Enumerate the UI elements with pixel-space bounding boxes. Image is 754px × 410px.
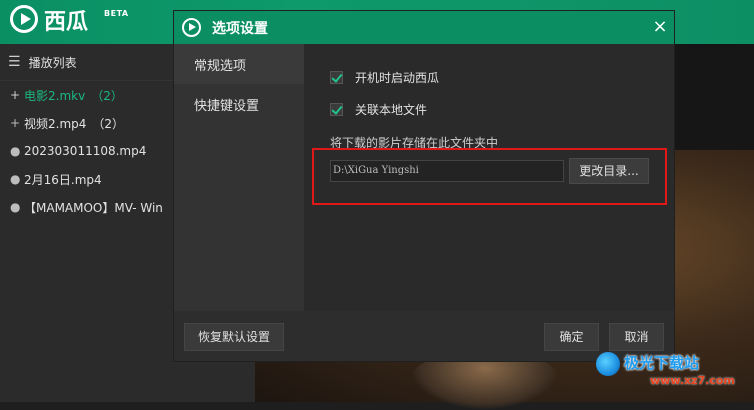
dialog-title: 选项设置 bbox=[212, 21, 268, 37]
watermark-text: 极光下载站 bbox=[624, 354, 700, 372]
download-path-input[interactable]: D:\XiGua Yingshi bbox=[330, 160, 564, 182]
bullet-icon: ● bbox=[10, 144, 21, 158]
app-logo-text: 西瓜 bbox=[44, 10, 89, 35]
xigua-logo-icon bbox=[182, 18, 201, 37]
ok-button[interactable]: 确定 bbox=[544, 323, 599, 351]
expand-icon[interactable]: + bbox=[10, 88, 24, 102]
option-associate-files[interactable]: 关联本地文件 bbox=[330, 101, 427, 118]
playlist-item-count: （2） bbox=[92, 116, 125, 131]
watermark-url: www.xz7.com bbox=[650, 374, 735, 387]
option-startup-label: 开机时启动西瓜 bbox=[355, 71, 440, 85]
change-directory-button[interactable]: 更改目录... bbox=[569, 158, 649, 184]
watermark-logo-icon bbox=[596, 352, 620, 376]
dialog-footer: 恢复默认设置 确定 取消 bbox=[174, 311, 674, 361]
reset-defaults-button[interactable]: 恢复默认设置 bbox=[184, 323, 284, 351]
playlist-item-count: （2） bbox=[91, 88, 123, 103]
playlist-item-label: 2月16日.mp4 bbox=[24, 172, 102, 187]
save-folder-label: 将下载的影片存储在此文件夹中 bbox=[330, 136, 499, 150]
options-dialog: 选项设置 × 常规选项 快捷键设置 开机时启动西瓜 关联本地文件 将下载的影片存… bbox=[174, 11, 674, 361]
dialog-content: 开机时启动西瓜 关联本地文件 将下载的影片存储在此文件夹中 D:\XiGua Y… bbox=[304, 44, 674, 311]
playlist-item-label: 【MAMAMOO】MV- Win bbox=[24, 200, 163, 215]
expand-icon[interactable]: + bbox=[10, 116, 24, 130]
checkbox-checked-icon[interactable] bbox=[330, 103, 343, 116]
close-icon[interactable]: × bbox=[650, 15, 670, 39]
bullet-icon: ● bbox=[10, 200, 21, 214]
dialog-nav: 常规选项 快捷键设置 bbox=[174, 44, 304, 311]
checkbox-checked-icon[interactable] bbox=[330, 71, 343, 84]
nav-general-options[interactable]: 常规选项 bbox=[174, 44, 304, 84]
xigua-logo-icon bbox=[10, 5, 38, 33]
option-startup[interactable]: 开机时启动西瓜 bbox=[330, 69, 439, 86]
cancel-button[interactable]: 取消 bbox=[609, 323, 664, 351]
nav-shortcut-settings[interactable]: 快捷键设置 bbox=[174, 84, 304, 124]
list-icon: ☰ bbox=[8, 54, 21, 70]
option-associate-label: 关联本地文件 bbox=[355, 103, 428, 117]
beta-badge: BETA bbox=[104, 9, 129, 18]
dialog-titlebar[interactable]: 选项设置 × bbox=[174, 11, 674, 44]
bullet-icon: ● bbox=[10, 172, 21, 186]
playlist-title: 播放列表 bbox=[28, 55, 77, 70]
playlist-item-label: 视频2.mp4 bbox=[24, 116, 87, 131]
playlist-item-label: 202303011108.mp4 bbox=[24, 144, 147, 158]
playlist-item-label: 电影2.mkv bbox=[24, 88, 86, 103]
